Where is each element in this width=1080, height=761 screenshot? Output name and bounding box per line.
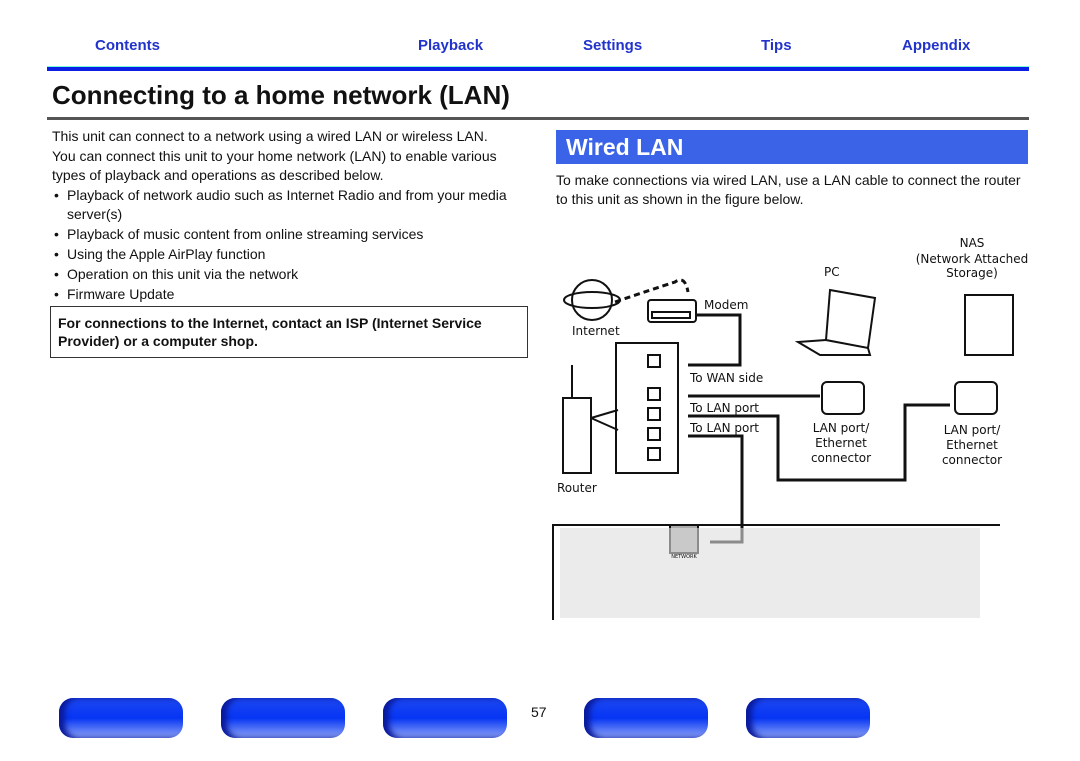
title-divider: [47, 117, 1029, 120]
label-network: NETWORK: [671, 554, 697, 560]
label-port: connector: [811, 451, 871, 465]
pc-lan-port: [821, 381, 865, 415]
label-lan2: To LAN port: [689, 421, 759, 435]
list-item: Firmware Update: [52, 285, 527, 304]
tab-playback[interactable]: Playback: [418, 37, 483, 54]
nas-icon: [964, 294, 1014, 356]
label-modem: Modem: [704, 298, 748, 312]
tab-tips[interactable]: Tips: [761, 37, 792, 54]
list-item: Playback of music content from online st…: [52, 225, 527, 244]
nas-lan-port: [954, 381, 998, 415]
label-nas3: Storage): [946, 266, 998, 280]
page-number: 57: [531, 704, 547, 720]
nav-button-3[interactable]: [383, 698, 507, 738]
label-port: LAN port/: [813, 421, 871, 435]
intro-section: This unit can connect to a network using…: [52, 127, 527, 305]
receiver-rear-panel: [560, 528, 980, 618]
label-pc: PC: [824, 265, 840, 279]
router-port-panel: [615, 342, 679, 474]
label-nas: NAS: [960, 236, 985, 250]
nav-button-5[interactable]: [746, 698, 870, 738]
nav-button-4[interactable]: [584, 698, 708, 738]
list-item: Playback of network audio such as Intern…: [52, 186, 527, 224]
laptop-icon: [794, 288, 877, 356]
tab-contents[interactable]: Contents: [95, 37, 160, 54]
label-router: Router: [557, 481, 597, 495]
list-item: Operation on this unit via the network: [52, 265, 527, 284]
wired-intro: To make connections via wired LAN, use a…: [556, 172, 1021, 207]
tab-appendix[interactable]: Appendix: [902, 37, 970, 54]
label-internet: Internet: [572, 324, 620, 338]
label-wan: To WAN side: [689, 371, 763, 385]
feature-list: Playback of network audio such as Intern…: [52, 186, 527, 304]
label-port: connector: [942, 453, 1002, 467]
nav-divider: [47, 66, 1029, 71]
label-port: Ethernet: [815, 436, 867, 450]
nav-button-1[interactable]: [59, 698, 183, 738]
label-nas2: (Network Attached: [916, 252, 1029, 266]
intro-line2: You can connect this unit to your home n…: [52, 148, 497, 183]
label-port: LAN port/: [944, 423, 1002, 437]
section-heading: Wired LAN: [556, 130, 1028, 164]
page-title: Connecting to a home network (LAN): [52, 80, 510, 110]
isp-note: For connections to the Internet, contact…: [50, 306, 528, 358]
connection-diagram: Internet Modem Router To WAN side To LAN…: [552, 236, 1029, 620]
list-item: Using the Apple AirPlay function: [52, 245, 527, 264]
router-icon: [562, 365, 592, 474]
modem-icon: [647, 299, 697, 323]
label-lan1: To LAN port: [689, 401, 759, 415]
label-port: Ethernet: [946, 438, 998, 452]
intro-line1: This unit can connect to a network using…: [52, 128, 488, 144]
nav-button-2[interactable]: [221, 698, 345, 738]
globe-icon: [563, 279, 621, 321]
tab-settings[interactable]: Settings: [583, 37, 642, 54]
